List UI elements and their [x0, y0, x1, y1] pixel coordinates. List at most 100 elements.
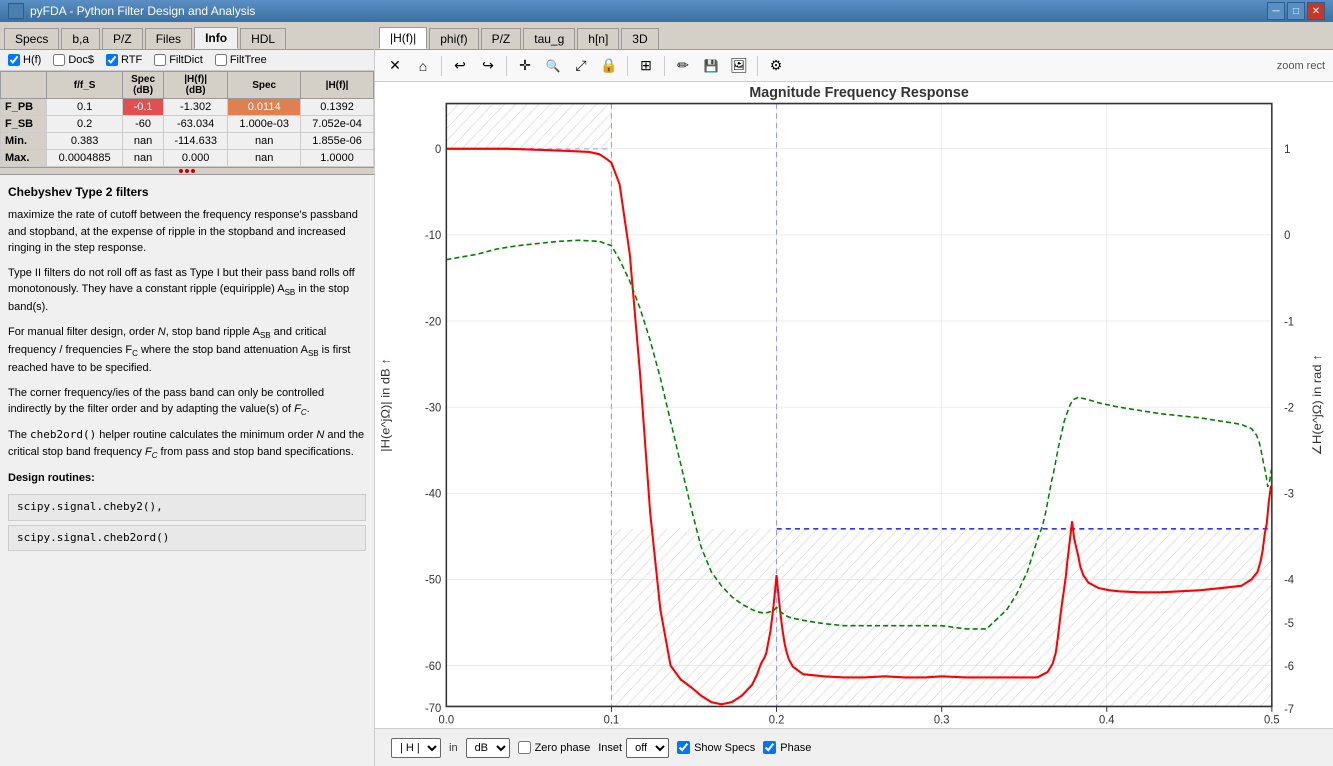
zoom-label: zoom rect	[1277, 60, 1325, 72]
plot-area: Magnitude Frequency Response	[375, 82, 1333, 728]
check-rtf[interactable]: RTF	[106, 54, 142, 66]
home-button[interactable]: ⌂	[411, 54, 435, 78]
check-doc[interactable]: Doc$	[53, 54, 94, 66]
svg-text:-4: -4	[1284, 574, 1295, 586]
svg-text:0.5: 0.5	[1264, 714, 1280, 726]
check-hf[interactable]: H(f)	[8, 54, 41, 66]
svg-text:-10: -10	[425, 230, 441, 242]
row-label-fpb: F_PB	[1, 99, 47, 116]
col-header-label	[1, 72, 47, 99]
zoom-out-button[interactable]: ⤢	[569, 54, 593, 78]
cell-max-spec-db: nan	[123, 150, 164, 167]
tab-ba[interactable]: b,a	[61, 28, 100, 49]
pen-button[interactable]: ✏	[671, 54, 695, 78]
show-specs-checkbox[interactable]	[677, 741, 690, 754]
svg-text:-20: -20	[425, 316, 441, 328]
plot-tab-3d[interactable]: 3D	[621, 28, 658, 49]
tab-specs[interactable]: Specs	[4, 28, 59, 49]
cell-min-spec: nan	[228, 133, 301, 150]
back-button[interactable]: ↩	[448, 54, 472, 78]
design-routines-label: Design routines:	[8, 470, 366, 487]
svg-text:-40: -40	[425, 488, 441, 500]
row-label-fsb: F_SB	[1, 116, 47, 133]
cell-min-spec-db: nan	[123, 133, 164, 150]
tab-files[interactable]: Files	[145, 28, 192, 49]
unit-select[interactable]: dB lin	[466, 738, 510, 758]
info-area: Chebyshev Type 2 filters maximize the ra…	[0, 175, 374, 766]
table-row: F_SB 0.2 -60 -63.034 1.000e-03 7.052e-04	[1, 116, 374, 133]
show-specs-check[interactable]: Show Specs	[677, 741, 755, 754]
plot-tab-hf[interactable]: |H(f)|	[379, 27, 427, 49]
toolbar-sep-5	[757, 56, 758, 76]
svg-text:0: 0	[435, 144, 441, 156]
signal-select[interactable]: | H | H	[391, 738, 441, 758]
stop-button[interactable]: ✕	[383, 54, 407, 78]
svg-text:-50: -50	[425, 574, 441, 586]
inset-group: Inset off on	[598, 738, 669, 758]
cell-fsb-hf-db: -63.034	[164, 116, 228, 133]
col-header-hf-db: |H(f)|(dB)	[164, 72, 228, 99]
unit-select-group: dB lin	[466, 738, 510, 758]
cell-fsb-ffs: 0.2	[47, 116, 123, 133]
plot-svg: Magnitude Frequency Response	[375, 82, 1333, 728]
svg-text:0.4: 0.4	[1099, 714, 1115, 726]
forward-button[interactable]: ↪	[476, 54, 500, 78]
tab-pz[interactable]: P/Z	[102, 28, 143, 49]
toolbar-sep-1	[441, 56, 442, 76]
table-row: Max. 0.0004885 nan 0.000 nan 1.0000	[1, 150, 374, 167]
zero-phase-checkbox[interactable]	[518, 741, 531, 754]
svg-text:-7: -7	[1284, 704, 1294, 716]
phase-checkbox[interactable]	[763, 741, 776, 754]
minimize-button[interactable]: ─	[1267, 2, 1285, 20]
checkbox-row: H(f) Doc$ RTF FiltDict FiltTree	[0, 50, 374, 71]
close-button[interactable]: ✕	[1307, 2, 1325, 20]
resize-handle[interactable]	[0, 167, 374, 175]
svg-text:-60: -60	[425, 661, 441, 673]
cell-fsb-spec: 1.000e-03	[228, 116, 301, 133]
code-line-2: scipy.signal.cheb2ord()	[8, 525, 366, 552]
svg-text:1: 1	[1284, 144, 1290, 156]
phase-check[interactable]: Phase	[763, 741, 811, 754]
app-title: pyFDA - Python Filter Design and Analysi…	[30, 4, 255, 18]
maximize-button[interactable]: □	[1287, 2, 1305, 20]
left-panel: Specs b,a P/Z Files Info HDL H(f) Doc$ R…	[0, 22, 375, 766]
zoom-button[interactable]: 🔍	[541, 54, 565, 78]
save-image-button[interactable]: 🖼	[727, 54, 751, 78]
cell-max-hf: 1.0000	[301, 150, 374, 167]
inset-select[interactable]: off on	[626, 738, 669, 758]
bottom-bar: | H | H in dB lin Zero phase Inset of	[375, 728, 1333, 766]
plot-tab-taug[interactable]: tau_g	[523, 28, 575, 49]
cell-max-hf-db: 0.000	[164, 150, 228, 167]
svg-text:-70: -70	[425, 703, 441, 715]
cell-fpb-spec-db: -0.1	[123, 99, 164, 116]
row-label-min: Min.	[1, 133, 47, 150]
lock-button[interactable]: 🔒	[597, 54, 621, 78]
titlebar-controls: ─ □ ✕	[1267, 2, 1325, 20]
svg-text:-2: -2	[1284, 402, 1294, 414]
plot-tab-pz[interactable]: P/Z	[481, 28, 522, 49]
toolbar-sep-3	[627, 56, 628, 76]
plot-tab-hn[interactable]: h[n]	[577, 28, 619, 49]
save-button[interactable]: 💾	[699, 54, 723, 78]
info-para-1: maximize the rate of cutoff between the …	[8, 207, 366, 257]
show-specs-label: Show Specs	[694, 742, 755, 754]
svg-text:∠H(e^jΩ) in rad ↑: ∠H(e^jΩ) in rad ↑	[1310, 354, 1324, 455]
grid-button[interactable]: ⊞	[634, 54, 658, 78]
info-para-2: Type II filters do not roll off as fast …	[8, 265, 366, 316]
settings-button[interactable]: ⚙	[764, 54, 788, 78]
tab-hdl[interactable]: HDL	[240, 28, 286, 49]
svg-text:0.1: 0.1	[604, 714, 620, 726]
left-tab-bar: Specs b,a P/Z Files Info HDL	[0, 22, 374, 50]
inset-label: Inset	[598, 742, 622, 754]
check-filtdict[interactable]: FiltDict	[154, 54, 203, 66]
table-row: Min. 0.383 nan -114.633 nan 1.855e-06	[1, 133, 374, 150]
main-layout: Specs b,a P/Z Files Info HDL H(f) Doc$ R…	[0, 22, 1333, 766]
in-label: in	[449, 742, 458, 754]
tab-info[interactable]: Info	[194, 27, 238, 49]
pan-button[interactable]: ✛	[513, 54, 537, 78]
check-filttree[interactable]: FiltTree	[215, 54, 267, 66]
svg-text:-3: -3	[1284, 488, 1294, 500]
phase-label: Phase	[780, 742, 811, 754]
plot-tab-phi[interactable]: phi(f)	[429, 28, 478, 49]
zero-phase-check[interactable]: Zero phase	[518, 741, 591, 754]
